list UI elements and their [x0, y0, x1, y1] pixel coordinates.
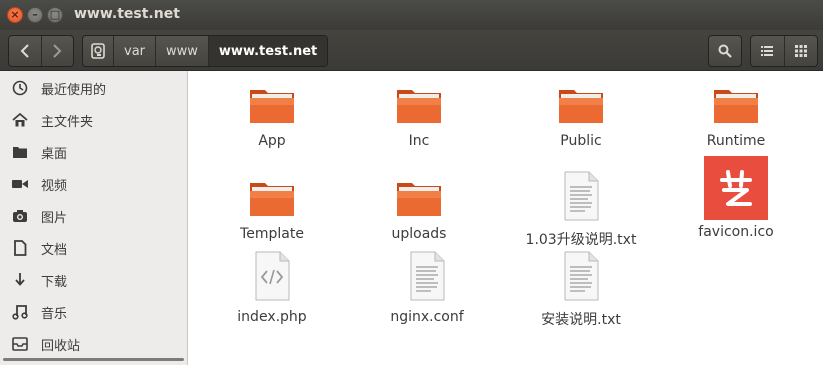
file-manager-window: × – □ www.test.net var www www.test.net …: [0, 0, 823, 365]
path-bar: var www www.test.net: [82, 35, 329, 67]
sidebar-item-videos[interactable]: 视频: [0, 168, 187, 200]
file-name: App: [258, 133, 286, 149]
file-item-text[interactable]: 1.03升级说明.txt: [516, 171, 646, 249]
sidebar-item-home[interactable]: 主文件夹: [0, 104, 187, 136]
clock-icon: [11, 80, 29, 96]
sidebar-item-label: 视频: [41, 178, 68, 194]
sidebar-scrollbar[interactable]: [3, 358, 184, 361]
file-name: Inc: [408, 133, 430, 149]
drive-icon: [91, 43, 105, 59]
sidebar-item-label: 最近使用的: [41, 82, 107, 98]
maximize-window-button[interactable]: □: [47, 7, 63, 23]
file-item-text[interactable]: 安装说明.txt: [516, 251, 646, 329]
file-name: uploads: [391, 226, 447, 242]
folder-icon: [559, 90, 603, 123]
chevron-left-icon: [20, 44, 29, 58]
toolbar: var www www.test.net: [0, 30, 823, 71]
sidebar-item-recent[interactable]: 最近使用的: [0, 72, 187, 104]
file-name: 1.03升级说明.txt: [525, 232, 637, 248]
favicon-thumbnail-icon: [704, 156, 768, 220]
text-file-icon: [564, 171, 599, 221]
sidebar-item-label: 主文件夹: [41, 114, 94, 130]
sidebar-item-desktop[interactable]: 桌面: [0, 136, 187, 168]
file-item-folder[interactable]: Runtime: [671, 85, 801, 149]
sidebar-item-music[interactable]: 音乐: [0, 296, 187, 328]
download-icon: [11, 272, 29, 288]
file-item-folder[interactable]: Public: [516, 85, 646, 149]
search-icon: [718, 44, 732, 58]
file-icon-view: App Inc Public Runtime Template uploads …: [188, 71, 823, 365]
sidebar: 最近使用的 主文件夹 桌面 视频 图片 文档 下载 音乐 回收站: [0, 71, 188, 365]
home-icon: [11, 112, 29, 128]
file-item-folder[interactable]: App: [207, 85, 337, 149]
crumb-www[interactable]: www: [155, 36, 208, 66]
document-icon: [11, 240, 29, 256]
folder-icon: [250, 90, 294, 123]
folder-icon: [397, 90, 441, 123]
sidebar-item-label: 图片: [41, 210, 68, 226]
file-name: index.php: [237, 309, 307, 325]
folder-icon: [250, 183, 294, 216]
file-name: Template: [240, 226, 304, 242]
text-file-icon: [564, 251, 599, 301]
grid-icon: [794, 45, 807, 57]
search-button[interactable]: [708, 35, 742, 67]
crumb-var[interactable]: var: [113, 36, 155, 66]
file-name: Runtime: [706, 133, 766, 149]
list-icon: [761, 46, 774, 56]
navigation-buttons: [8, 35, 74, 67]
back-button[interactable]: [9, 36, 41, 66]
sidebar-item-label: 下载: [41, 274, 68, 290]
file-name: favicon.ico: [698, 224, 774, 240]
title-bar: × – □ www.test.net: [0, 0, 823, 30]
file-item-folder[interactable]: uploads: [354, 178, 484, 242]
list-view-button[interactable]: [751, 36, 784, 66]
text-file-icon: [410, 251, 445, 301]
sidebar-item-label: 文档: [41, 242, 68, 258]
file-item-folder[interactable]: Inc: [354, 85, 484, 149]
file-item-code[interactable]: index.php: [207, 251, 337, 325]
folder-icon: [714, 90, 758, 123]
code-file-icon: [255, 251, 290, 301]
video-icon: [11, 178, 29, 190]
window-title: www.test.net: [74, 6, 180, 22]
file-name: 安装说明.txt: [541, 312, 621, 328]
sidebar-item-pictures[interactable]: 图片: [0, 200, 187, 232]
forward-button[interactable]: [40, 36, 74, 66]
sidebar-item-trash[interactable]: 回收站: [0, 328, 187, 360]
music-icon: [11, 304, 29, 320]
folder-icon: [397, 183, 441, 216]
file-item-folder[interactable]: Template: [207, 178, 337, 242]
chevron-right-icon: [53, 44, 62, 58]
sidebar-item-documents[interactable]: 文档: [0, 232, 187, 264]
view-mode-group: [750, 35, 818, 67]
minimize-window-button[interactable]: –: [27, 7, 43, 23]
sidebar-item-label: 桌面: [41, 146, 68, 162]
camera-icon: [11, 209, 29, 223]
grid-view-button[interactable]: [783, 36, 818, 66]
file-name: Public: [560, 133, 602, 149]
crumb-current[interactable]: www.test.net: [207, 36, 328, 66]
close-window-button[interactable]: ×: [7, 7, 23, 23]
sidebar-item-label: 回收站: [41, 338, 81, 354]
root-crumb-button[interactable]: [83, 36, 113, 66]
file-name: nginx.conf: [390, 309, 464, 325]
sidebar-item-label: 音乐: [41, 306, 68, 322]
file-item-text[interactable]: nginx.conf: [362, 251, 492, 325]
file-item-image[interactable]: favicon.ico: [671, 156, 801, 240]
trash-icon: [11, 337, 29, 351]
desktop-folder-icon: [11, 145, 29, 159]
sidebar-item-downloads[interactable]: 下载: [0, 264, 187, 296]
